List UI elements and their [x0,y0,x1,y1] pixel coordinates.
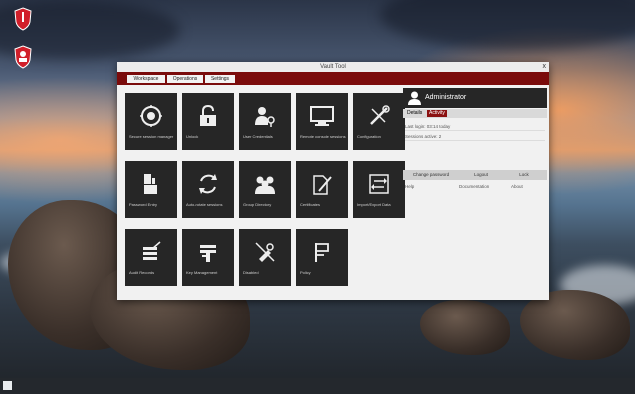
close-button[interactable]: x [543,62,547,72]
lock-button[interactable]: Lock [503,170,545,180]
tile-user-credentials[interactable]: User Credentials [239,93,291,150]
user-key-icon [255,107,275,127]
user-header: Administrator [403,88,547,108]
tile-label: Remote console sessions [300,134,346,139]
help-link[interactable]: Help [405,183,414,191]
flag-icon [315,243,329,262]
tile-label: Certificates [300,202,321,207]
tile-unlock[interactable]: Unlock [182,93,234,150]
tile-label: Audit Records [129,270,155,275]
desktop-shortcut-1[interactable] [12,6,34,32]
tile-label: Configuration [357,134,381,139]
tile-remote-console[interactable]: Remote console sessions [296,93,348,150]
tile-password-entry[interactable]: Password Entry [125,161,177,218]
tile-label: Import/Export Data [357,202,391,207]
unlock-icon [200,105,216,126]
tab-workspace[interactable]: Workspace [127,75,165,83]
tile-label: Unlock [186,134,199,139]
shield-user-app-icon [14,45,32,69]
window-title: Vault Tool [320,64,346,70]
tile-secure-session[interactable]: Secure session manager [125,93,177,150]
tile-group-directory[interactable]: Group Directory [239,161,291,218]
tile-policy[interactable]: Policy [296,229,348,286]
tools-icon [370,105,390,125]
tile-configuration[interactable]: Configuration [353,93,405,150]
panel-subtabs: Details Activity [403,109,547,118]
tile-label: Password Entry [129,202,158,207]
tile-label: Auto-rotate sessions [186,202,223,207]
stack-pen-icon [143,241,161,260]
documentation-link[interactable]: Documentation [459,183,489,191]
shield-app-icon [14,7,32,31]
tile-label: Key Management [186,270,218,275]
start-button[interactable] [3,381,12,390]
tile-import-export[interactable]: Import/Export Data [353,161,405,218]
app-window: Vault Tool x Workspace Operations Settin… [117,62,549,300]
logout-button[interactable]: Logout [461,170,501,180]
tile-auto-rotate[interactable]: Auto-rotate sessions [182,161,234,218]
info-sessions: Sessions active: 2 [405,133,545,141]
tile-audit-records[interactable]: Audit Records [125,229,177,286]
group-icon [255,176,275,194]
tile-label: Policy [300,270,311,275]
sync-icon [199,174,217,194]
transfer-icon [369,174,389,194]
user-name: Administrator [425,94,467,101]
user-icon [408,91,421,105]
about-link[interactable]: About [511,183,523,191]
tile-label: Secure session manager [129,134,174,139]
stack-key-icon [200,245,216,262]
tile-disabled[interactable]: Disabled [239,229,291,286]
change-password-button[interactable]: Change password [403,170,459,180]
tile-label: Group Directory [243,202,272,207]
tab-bar: Workspace Operations Settings [117,72,549,85]
tile-label: Disabled [243,270,259,275]
desktop: Vault Tool x Workspace Operations Settin… [0,0,635,394]
tab-settings[interactable]: Settings [205,75,235,83]
monitor-icon [310,106,334,126]
info-last-login: Last login: 03:14 today [405,123,545,131]
taskbar [0,378,635,394]
tab-operations[interactable]: Operations [167,75,203,83]
panel-footer: Help Documentation About [403,183,547,191]
panel-button-row: Change password Logout Lock [403,170,547,180]
broken-tool-icon [255,242,275,262]
vault-lock-icon [140,105,162,127]
tile-label: User Credentials [243,134,273,139]
tile-certificates[interactable]: Certificates [296,161,348,218]
subtab-details[interactable]: Details [405,110,424,117]
user-panel: Administrator Details Activity Last logi… [403,86,547,296]
user-shield-icon [144,174,157,194]
document-pen-icon [313,175,332,195]
desktop-shortcut-2[interactable] [12,44,34,70]
tile-key-management[interactable]: Key Management [182,229,234,286]
window-titlebar[interactable]: Vault Tool x [117,62,549,72]
subtab-activity[interactable]: Activity [427,110,447,117]
